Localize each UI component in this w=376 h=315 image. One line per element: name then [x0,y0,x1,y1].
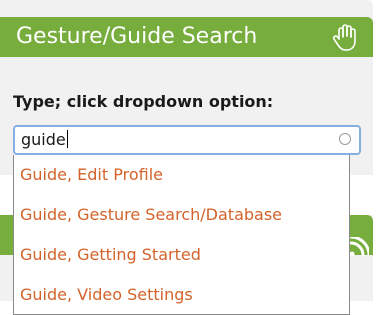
rss-icon[interactable] [347,237,369,259]
instruction-label: Type; click dropdown option: [13,92,274,111]
gesture-guide-search-panel: Gesture/Guide Search Type; click dropdow… [0,0,373,175]
dropdown-option-video-settings[interactable]: Guide, Video Settings [14,275,349,314]
clear-circle-icon[interactable] [339,133,351,145]
search-input-value[interactable]: guide [21,130,68,150]
panel-title: Gesture/Guide Search [16,24,258,49]
search-input-text: guide [21,130,66,149]
autocomplete-dropdown: Guide, Edit Profile Guide, Gesture Searc… [13,155,350,315]
dropdown-option-gesture-search-database[interactable]: Guide, Gesture Search/Database [14,195,349,235]
hand-pointer-icon [332,24,356,51]
dropdown-option-getting-started[interactable]: Guide, Getting Started [14,235,349,275]
panel-header: Gesture/Guide Search [0,17,373,57]
dropdown-option-edit-profile[interactable]: Guide, Edit Profile [14,155,349,195]
guide-search-input[interactable]: guide [13,125,361,155]
text-caret [66,130,68,148]
